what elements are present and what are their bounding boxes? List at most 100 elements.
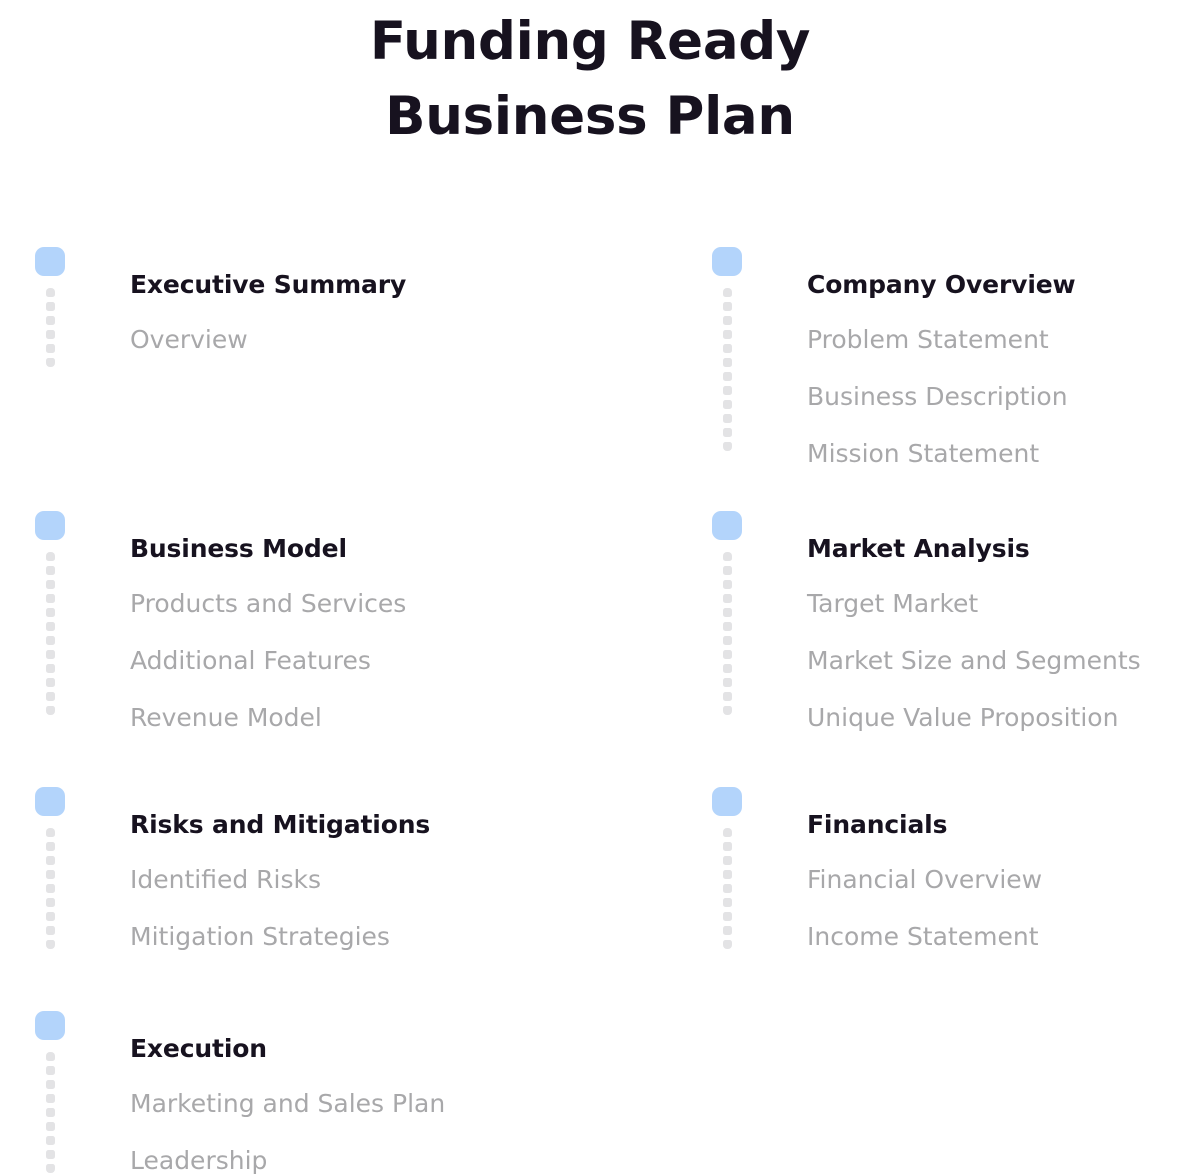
section-subitem[interactable]: Marketing and Sales Plan [130, 1061, 595, 1116]
section-rail [35, 511, 65, 715]
connector-dot [723, 678, 732, 687]
section-subitem-list: Financial Overview Income Statement [807, 837, 1172, 949]
connector-dot [723, 664, 732, 673]
connector-dot [46, 898, 55, 907]
connector-dot [723, 842, 732, 851]
connector-dot [723, 692, 732, 701]
section-dotted-connector [46, 1052, 55, 1173]
page-title-line-2: Business Plan [385, 86, 795, 148]
connector-dot [46, 926, 55, 935]
connector-dot [723, 372, 732, 381]
section-subitem[interactable]: Identified Risks [130, 837, 595, 892]
section-heading-financials[interactable]: Financials [807, 787, 1172, 837]
connector-dot [723, 552, 732, 561]
connector-dot [723, 400, 732, 409]
section-subitem[interactable]: Overview [130, 297, 595, 352]
section-heading-business-model[interactable]: Business Model [130, 511, 595, 561]
section-heading-risks-and-mitigations[interactable]: Risks and Mitigations [130, 787, 595, 837]
section-subitem[interactable]: Target Market [807, 561, 1172, 616]
connector-dot [723, 428, 732, 437]
connector-dot [46, 1150, 55, 1159]
section-subitem[interactable]: Additional Features [130, 616, 595, 673]
section-subitem[interactable]: Products and Services [130, 561, 595, 616]
connector-dot [46, 1136, 55, 1145]
section-subitem[interactable]: Business Description [807, 352, 1172, 409]
section-rail [35, 1011, 65, 1173]
section-dotted-connector [46, 552, 55, 715]
section-subitem[interactable]: Leadership [130, 1116, 595, 1173]
section-subitem[interactable]: Problem Statement [807, 297, 1172, 352]
section-subitem[interactable]: Unique Value Proposition [807, 673, 1172, 730]
connector-dot [46, 678, 55, 687]
section-row: Executive Summary Overview Company Overvie… [0, 247, 1180, 466]
connector-dot [46, 692, 55, 701]
section-heading-execution[interactable]: Execution [130, 1011, 595, 1061]
section-rail [712, 511, 742, 715]
connector-dot [46, 316, 55, 325]
section-body: Financials Financial Overview Income State… [807, 787, 1172, 949]
section-marker-icon [712, 511, 742, 540]
section-subitem[interactable]: Income Statement [807, 892, 1172, 949]
section-subitem[interactable]: Financial Overview [807, 837, 1172, 892]
section-subitem[interactable]: Revenue Model [130, 673, 595, 730]
connector-dot [723, 316, 732, 325]
connector-dot [46, 302, 55, 311]
connector-dot [46, 842, 55, 851]
section-body: Risks and Mitigations Identified Risks Mit… [130, 787, 595, 949]
section-dotted-connector [723, 288, 732, 451]
connector-dot [46, 856, 55, 865]
connector-dot [46, 1080, 55, 1089]
section-row: Business Model Products and Services Addit… [0, 511, 1180, 730]
connector-dot [46, 828, 55, 837]
connector-dot [46, 636, 55, 645]
connector-dot [723, 288, 732, 297]
connector-dot [723, 622, 732, 631]
connector-dot [46, 1094, 55, 1103]
section-row: Execution Marketing and Sales Plan Leaders… [0, 1011, 1180, 1173]
connector-dot [46, 1052, 55, 1061]
page-title-line-1: Funding Ready [369, 11, 811, 72]
connector-dot [723, 706, 732, 715]
section-subitem-list: Marketing and Sales Plan Leadership [130, 1061, 595, 1173]
section-execution[interactable]: Execution Marketing and Sales Plan Leaders… [35, 1011, 595, 1173]
connector-dot [46, 664, 55, 673]
connector-dot [723, 940, 732, 949]
section-marker-icon [35, 247, 65, 276]
section-subitem-list: Overview [130, 297, 595, 352]
connector-dot [46, 594, 55, 603]
section-rail [35, 247, 65, 367]
connector-dot [46, 1164, 55, 1173]
section-financials[interactable]: Financials Financial Overview Income State… [712, 787, 1172, 949]
section-dotted-connector [46, 828, 55, 949]
section-company-overview[interactable]: Company Overview Problem Statement Busines… [712, 247, 1172, 466]
connector-dot [723, 358, 732, 367]
section-subitem-list: Products and Services Additional Features… [130, 561, 595, 730]
section-body: Business Model Products and Services Addit… [130, 511, 595, 730]
connector-dot [46, 344, 55, 353]
connector-dot [723, 884, 732, 893]
section-heading-company-overview[interactable]: Company Overview [807, 247, 1172, 297]
connector-dot [723, 566, 732, 575]
connector-dot [46, 580, 55, 589]
connector-dot [723, 302, 732, 311]
section-risks-and-mitigations[interactable]: Risks and Mitigations Identified Risks Mit… [35, 787, 595, 949]
section-subitem[interactable]: Mission Statement [807, 409, 1172, 466]
section-subitem[interactable]: Mitigation Strategies [130, 892, 595, 949]
connector-dot [723, 594, 732, 603]
section-subitem[interactable]: Market Size and Segments [807, 616, 1172, 673]
section-row: Risks and Mitigations Identified Risks Mit… [0, 787, 1180, 949]
section-heading-executive-summary[interactable]: Executive Summary [130, 247, 595, 297]
section-marker-icon [35, 1011, 65, 1040]
section-business-model[interactable]: Business Model Products and Services Addit… [35, 511, 595, 730]
section-executive-summary[interactable]: Executive Summary Overview [35, 247, 595, 367]
section-dotted-connector [723, 552, 732, 715]
connector-dot [46, 940, 55, 949]
section-marker-icon [35, 511, 65, 540]
section-body: Company Overview Problem Statement Busines… [807, 247, 1172, 466]
section-rail [712, 247, 742, 451]
section-subitem-list: Target Market Market Size and Segments Uni… [807, 561, 1172, 730]
page-title: Funding Ready Business Plan [0, 0, 1180, 155]
connector-dot [46, 552, 55, 561]
section-heading-market-analysis[interactable]: Market Analysis [807, 511, 1172, 561]
section-market-analysis[interactable]: Market Analysis Target Market Market Size … [712, 511, 1172, 730]
